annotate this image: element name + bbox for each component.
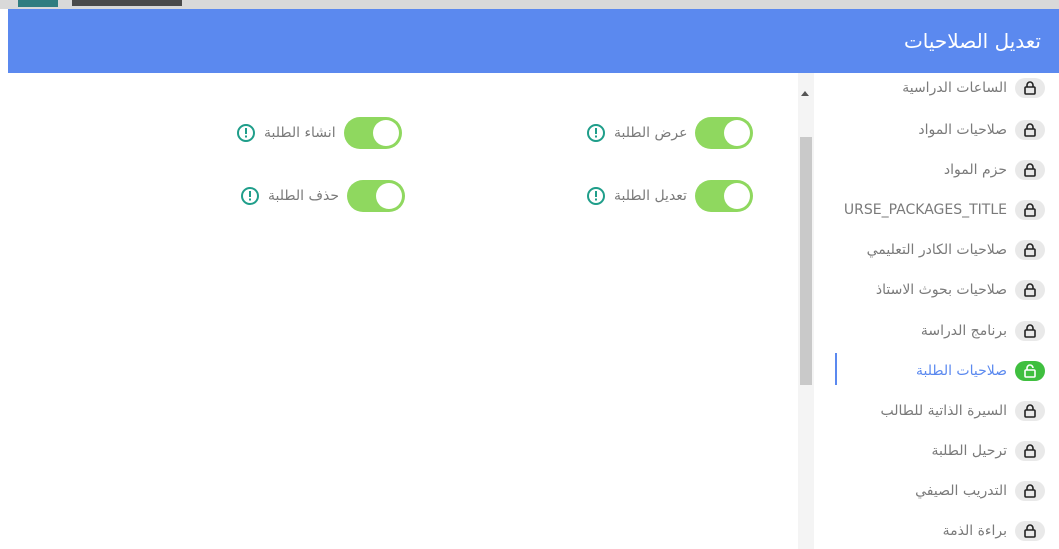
sidebar-item-subject-permissions[interactable]: صلاحيات المواد <box>918 115 1045 145</box>
permission-label: تعديل الطلبة <box>614 188 687 204</box>
permission-create-students: انشاء الطلبة <box>236 113 402 153</box>
permission-toggle[interactable] <box>694 180 753 212</box>
sidebar-item-label: التدريب الصيفي <box>915 483 1007 499</box>
lock-icon <box>1015 280 1045 300</box>
sidebar-item-label: السيرة الذاتية للطالب <box>880 403 1007 419</box>
toggle-knob <box>723 183 750 209</box>
sidebar-item-summer-training[interactable]: التدريب الصيفي <box>915 476 1045 506</box>
info-circle-icon[interactable] <box>240 186 260 206</box>
sidebar-item-teaching-staff[interactable]: صلاحيات الكادر التعليمي <box>867 235 1045 265</box>
toggle-knob <box>375 183 402 209</box>
lock-icon <box>1015 240 1045 260</box>
background-element <box>72 0 182 6</box>
permission-edit-students: تعديل الطلبة <box>586 176 753 216</box>
sidebar-item-study-hours[interactable]: الساعات الدراسية <box>902 73 1045 103</box>
lock-icon <box>1015 521 1045 541</box>
toggle-knob <box>372 120 399 146</box>
sidebar-item-study-program[interactable]: برنامج الدراسة <box>921 316 1045 346</box>
lock-icon <box>1015 401 1045 421</box>
sidebar-item-label: صلاحيات الطلبة <box>915 363 1007 379</box>
modal-header: تعديل الصلاحيات <box>8 9 1059 73</box>
lock-icon <box>1015 200 1045 220</box>
scrollbar-thumb[interactable] <box>800 137 812 385</box>
sidebar-item-label: صلاحيات بحوث الاستاذ <box>875 282 1007 298</box>
permission-label: حذف الطلبة <box>268 188 339 204</box>
info-circle-icon[interactable] <box>236 123 256 143</box>
modal-title: تعديل الصلاحيات <box>903 29 1041 53</box>
lock-icon <box>1015 441 1045 461</box>
sidebar-item-label: URSE_PACKAGES_TITLE <box>843 202 1007 218</box>
scroll-up-arrow-icon[interactable] <box>801 91 809 96</box>
permission-label: عرض الطلبة <box>614 125 688 141</box>
modal-body: عرض الطلبة انشاء الطلبة تعديل الطلبة حذف… <box>8 73 1059 549</box>
sidebar-item-professor-research[interactable]: صلاحيات بحوث الاستاذ <box>876 275 1045 305</box>
permission-view-students: عرض الطلبة <box>586 113 754 153</box>
background-element <box>18 0 58 7</box>
sidebar-item-student-cv[interactable]: السيرة الذاتية للطالب <box>880 396 1045 426</box>
permission-toggle[interactable] <box>695 117 754 149</box>
sidebar-item-student-permissions[interactable]: صلاحيات الطلبة <box>916 356 1045 386</box>
sidebar-item-label: صلاحيات المواد <box>918 122 1007 138</box>
sidebar-item-clearance[interactable]: براءة الذمة <box>943 516 1045 546</box>
sidebar-item-label: صلاحيات الكادر التعليمي <box>866 242 1007 258</box>
info-circle-icon[interactable] <box>586 186 606 206</box>
lock-icon <box>1015 160 1045 180</box>
permission-delete-students: حذف الطلبة <box>240 176 405 216</box>
lock-icon <box>1015 78 1045 98</box>
sidebar-item-label: ترحيل الطلبة <box>931 443 1007 459</box>
permission-toggle[interactable] <box>346 180 405 212</box>
lock-icon <box>1015 321 1045 341</box>
sidebar-item-label: براءة الذمة <box>942 523 1007 539</box>
sidebar-item-course-packages[interactable]: URSE_PACKAGES_TITLE <box>844 195 1045 225</box>
permission-toggle[interactable] <box>343 117 402 149</box>
unlock-icon <box>1015 361 1045 381</box>
background-strip <box>0 0 1059 9</box>
permission-label: انشاء الطلبة <box>264 125 336 141</box>
sidebar-item-subject-packages[interactable]: حزم المواد <box>944 155 1045 185</box>
toggle-knob <box>724 120 751 146</box>
active-indicator <box>835 353 837 385</box>
sidebar-item-label: حزم المواد <box>943 162 1007 178</box>
sidebar-item-label: الساعات الدراسية <box>902 80 1007 96</box>
lock-icon <box>1015 120 1045 140</box>
sidebar-scrollbar[interactable] <box>798 73 814 549</box>
lock-icon <box>1015 481 1045 501</box>
permissions-sidebar: الساعات الدراسية صلاحيات المواد حزم المو… <box>835 73 1059 549</box>
info-circle-icon[interactable] <box>586 123 606 143</box>
sidebar-item-student-promotion[interactable]: ترحيل الطلبة <box>931 436 1045 466</box>
sidebar-item-label: برنامج الدراسة <box>920 323 1007 339</box>
